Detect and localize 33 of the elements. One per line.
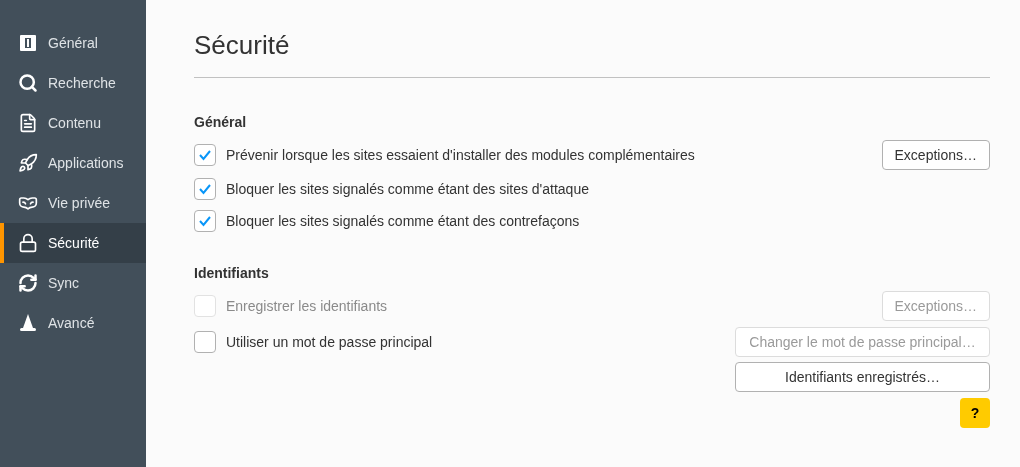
checkbox[interactable]: [194, 144, 216, 166]
document-icon: [18, 113, 38, 133]
rocket-icon: [18, 153, 38, 173]
dialog-button[interactable]: Exceptions…: [881, 140, 990, 170]
panel-icon: [18, 33, 38, 53]
dialog-button[interactable]: Identifiants enregistrés…: [735, 362, 990, 392]
checkbox[interactable]: [194, 178, 216, 200]
hat-icon: [18, 313, 38, 333]
help-button[interactable]: ?: [960, 398, 990, 428]
checkbox[interactable]: [194, 331, 216, 353]
sidebar-item[interactable]: Avancé: [0, 303, 146, 343]
sidebar-item[interactable]: Contenu: [0, 103, 146, 143]
sidebar-item[interactable]: Recherche: [0, 63, 146, 103]
sidebar-item[interactable]: Sécurité: [0, 223, 146, 263]
sidebar-item[interactable]: Sync: [0, 263, 146, 303]
sync-icon: [18, 273, 38, 293]
checkmark-icon: [198, 183, 212, 195]
sidebar-item[interactable]: Général: [0, 23, 146, 63]
lock-icon: [18, 233, 38, 253]
search-icon: [18, 73, 38, 93]
sidebar-item[interactable]: Vie privée: [0, 183, 146, 223]
section-heading: Général: [194, 113, 248, 132]
checkmark-icon: [198, 215, 212, 227]
checkbox-label: Enregistrer les identifiants: [226, 296, 388, 316]
checkbox[interactable]: [194, 210, 216, 232]
page-title: Sécurité: [194, 29, 291, 62]
checkmark-icon: [198, 149, 212, 161]
checkbox-label: Utiliser un mot de passe principal: [226, 332, 433, 352]
sidebar-item[interactable]: Applications: [0, 143, 146, 183]
section-heading: Identifiants: [194, 264, 270, 283]
checkbox-label: Bloquer les sites signalés comme étant des sites d'attaque: [226, 179, 589, 199]
checkbox-label: Bloquer les sites signalés comme étant des contrefaçons: [226, 211, 580, 231]
checkbox-label: Prévenir lorsque les sites essaient d'installer des modules complémentaires: [226, 145, 695, 165]
